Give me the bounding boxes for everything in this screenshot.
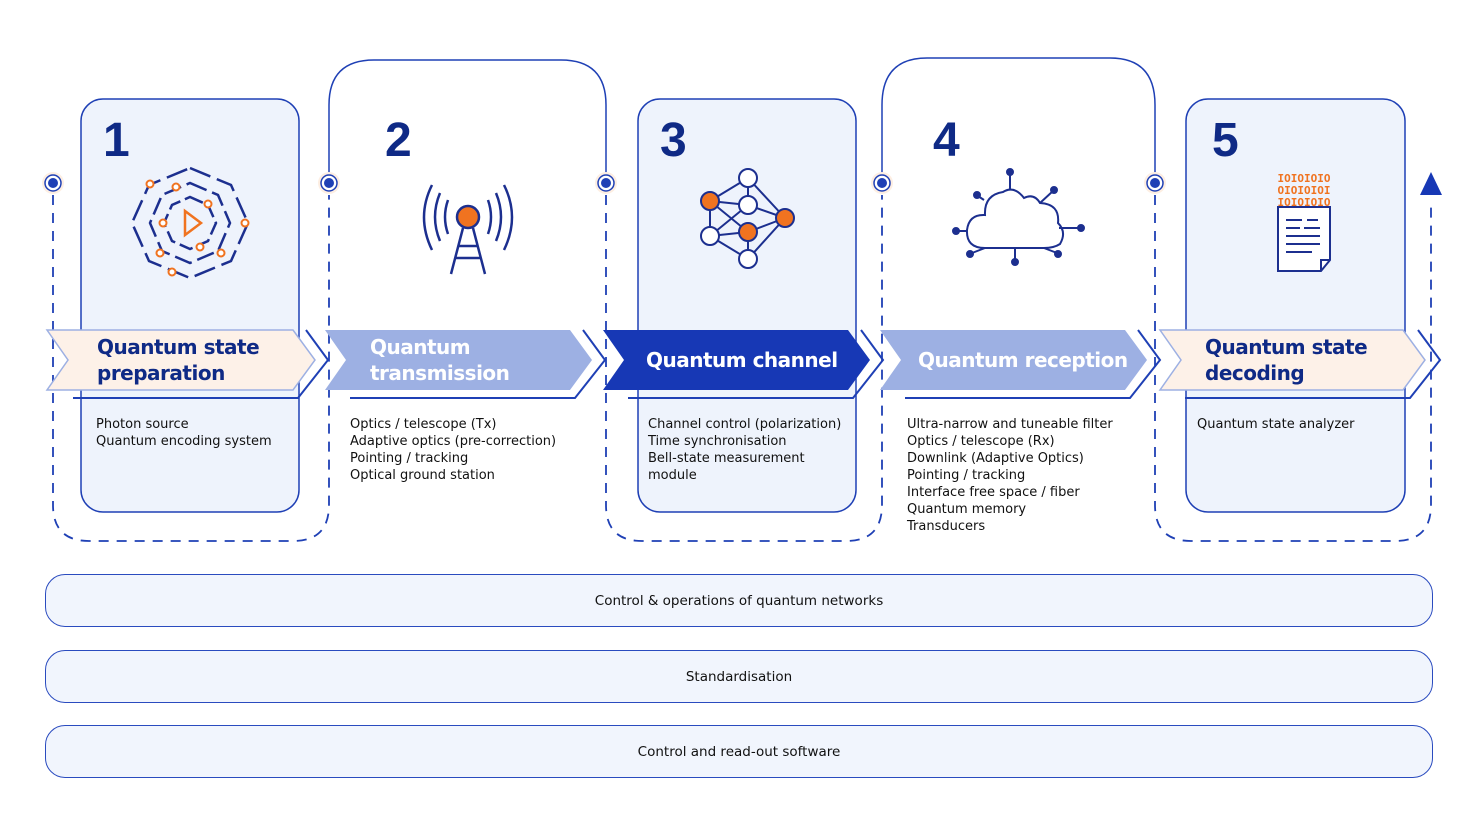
- dot-icon: [318, 172, 340, 194]
- stage-5-number: 5: [1212, 114, 1239, 167]
- dot-icon: [871, 172, 893, 194]
- stage-3-number: 3: [660, 114, 687, 167]
- stage-4-items: Ultra-narrow and tuneable filter Optics /…: [907, 417, 1113, 534]
- stage-2-number: 2: [385, 114, 412, 167]
- dot-icon: [42, 172, 64, 194]
- stage-5-title: Quantum state decoding: [1205, 335, 1368, 385]
- stage-3-items: Channel control (polarization) Time synch…: [648, 417, 842, 483]
- binary-document-icon: IOIOIOIO OIOIOIOI IOIOIOIO: [1277, 172, 1331, 272]
- stage-1-title: Quantum state preparation: [97, 335, 260, 385]
- layer-control-operations: Control & operations of quantum networks: [45, 574, 1433, 627]
- stage-4-title: Quantum reception: [918, 348, 1128, 372]
- quantum-network-diagram: IOIOIOIO OIOIOIOI IOIOIOIO 1 2 3 4 5 Qua…: [0, 0, 1484, 835]
- stage-1-items: Photon source Quantum encoding system: [96, 417, 272, 449]
- stage-2-title: Quantum transmission: [370, 335, 510, 385]
- layer-readout-software: Control and read-out software: [45, 725, 1433, 778]
- stage-2-arch: [328, 59, 607, 175]
- antenna-tower-icon: [422, 184, 514, 275]
- arrow-up-icon: [1420, 172, 1442, 195]
- stage-4-arch: [881, 57, 1156, 175]
- dot-icon: [595, 172, 617, 194]
- stage-1-number: 1: [103, 114, 130, 167]
- stage-4-number: 4: [933, 114, 960, 167]
- stage-5-items: Quantum state analyzer: [1197, 417, 1355, 432]
- stage-3-title: Quantum channel: [646, 348, 838, 372]
- layer-standardisation: Standardisation: [45, 650, 1433, 703]
- dot-icon: [1144, 172, 1166, 194]
- cloud-network-icon: [952, 168, 1085, 266]
- stage-2-items: Optics / telescope (Tx) Adaptive optics (…: [350, 417, 557, 483]
